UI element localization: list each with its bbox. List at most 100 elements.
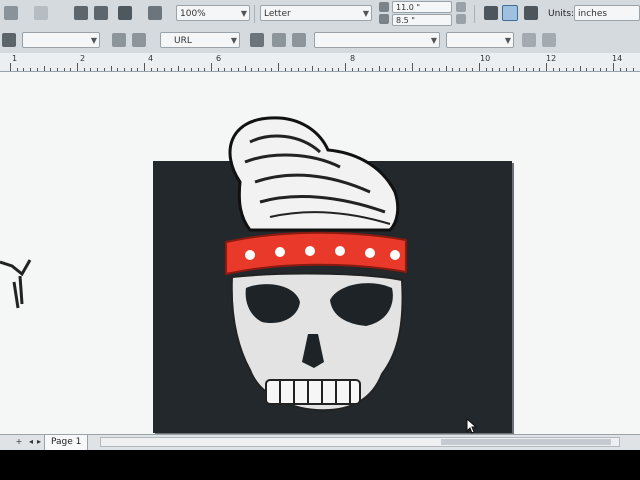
- ruler-tick: [546, 63, 547, 71]
- scrollbar-thumb[interactable]: [441, 439, 611, 445]
- hair: [228, 116, 400, 232]
- chevron-down-icon: ▼: [504, 36, 511, 45]
- url-field[interactable]: URL ▼: [160, 32, 240, 48]
- chevron-down-icon: ▼: [90, 36, 97, 45]
- zoom-select[interactable]: 100% ▼: [176, 5, 250, 21]
- ruler-tick: [606, 68, 608, 71]
- all-pages-icon[interactable]: [484, 6, 498, 20]
- ruler-tick: [304, 68, 306, 71]
- ruler-tick: [43, 66, 45, 71]
- ruler-tick: [110, 66, 112, 71]
- ruler-tick: [298, 68, 300, 71]
- remove-link-icon[interactable]: [542, 33, 556, 47]
- ruler-tick: [371, 68, 373, 71]
- ruler-tick: [90, 68, 92, 71]
- ruler-number: 4: [148, 54, 154, 63]
- ruler-number: 8: [350, 54, 356, 63]
- chevron-down-icon: ▼: [362, 9, 369, 18]
- ruler-tick: [519, 68, 521, 71]
- ruler-tick: [512, 66, 514, 71]
- ruler-tick: [77, 63, 78, 71]
- publish-icon[interactable]: [118, 6, 132, 20]
- ruler-tick: [103, 68, 105, 71]
- chevron-down-icon: ▼: [240, 9, 247, 18]
- ruler-tick: [184, 68, 186, 71]
- ruler-tick: [599, 68, 601, 71]
- ruler-tick: [170, 68, 172, 71]
- target-select[interactable]: ▼: [446, 32, 514, 48]
- ruler-tick: [479, 63, 480, 71]
- ruler-number: 2: [80, 54, 86, 63]
- connector-icon[interactable]: [250, 33, 264, 47]
- page-layout-icon[interactable]: [524, 6, 538, 20]
- portrait-icon[interactable]: [456, 2, 466, 12]
- units-value: inches: [578, 9, 608, 19]
- ruler-tick: [338, 68, 340, 71]
- snap-icon[interactable]: [292, 33, 306, 47]
- ruler-number: 12: [546, 54, 557, 63]
- import-icon[interactable]: [74, 6, 88, 20]
- ruler-tick: [499, 68, 501, 71]
- object-select[interactable]: ▼: [314, 32, 440, 48]
- horizontal-scrollbar[interactable]: [100, 437, 620, 447]
- ruler-tick: [351, 68, 353, 71]
- ruler-tick: [492, 68, 494, 71]
- ruler-tick: [358, 68, 360, 71]
- page-height-field[interactable]: 8.5 ": [392, 14, 452, 26]
- add-page-button[interactable]: +: [14, 437, 24, 447]
- height-icon: [379, 14, 389, 24]
- ruler-tick: [592, 68, 594, 71]
- ruler-tick: [345, 63, 346, 71]
- ruler-tick: [405, 68, 407, 71]
- ruler-tick: [123, 68, 125, 71]
- ruler-tick: [586, 68, 588, 71]
- page-tab-1[interactable]: Page 1: [44, 435, 89, 450]
- ruler-tick: [197, 68, 199, 71]
- ruler-tick: [458, 68, 460, 71]
- ruler-tick: [217, 68, 219, 71]
- ruler-tick: [190, 68, 192, 71]
- style-select[interactable]: ▼: [22, 32, 100, 48]
- current-page-icon[interactable]: [502, 5, 518, 21]
- ruler-tick: [398, 68, 400, 71]
- toolbar-divider: [254, 5, 255, 23]
- ruler-tick: [237, 68, 239, 71]
- grid-icon[interactable]: [272, 33, 286, 47]
- bookmark-icon[interactable]: [132, 33, 146, 47]
- ruler-tick: [378, 66, 380, 71]
- ruler-tick: [164, 68, 166, 71]
- next-page-button[interactable]: ▸: [34, 437, 44, 447]
- ruler-tick: [385, 68, 387, 71]
- ruler-tick: [485, 68, 487, 71]
- ruler-tick: [278, 63, 279, 71]
- ruler-tick: [365, 68, 367, 71]
- ruler-tick: [224, 68, 226, 71]
- app-launcher-icon[interactable]: [148, 6, 162, 20]
- landscape-icon[interactable]: [456, 14, 466, 24]
- ruler-tick: [613, 63, 614, 71]
- ruler-tick: [626, 68, 628, 71]
- property-bar: 100% ▼ Letter ▼ 11.0 " 8.5 " Units: inch…: [0, 0, 640, 29]
- page-height-value: 8.5 ": [396, 16, 415, 25]
- new-document-icon[interactable]: [4, 6, 18, 20]
- ruler-tick: [36, 68, 38, 71]
- partial-figure[interactable]: [0, 252, 40, 322]
- skull-illustration[interactable]: [210, 112, 430, 412]
- toolbar-divider: [474, 5, 475, 23]
- ruler-tick: [10, 63, 11, 71]
- units-select[interactable]: inches: [574, 5, 640, 21]
- paper-size-select[interactable]: Letter ▼: [260, 5, 372, 21]
- undo-icon[interactable]: [34, 6, 48, 20]
- ruler-tick: [251, 68, 253, 71]
- link-icon[interactable]: [112, 33, 126, 47]
- ruler-tick: [144, 63, 145, 71]
- hyperlink-icon[interactable]: [522, 33, 536, 47]
- page-width-field[interactable]: 11.0 ": [392, 1, 452, 13]
- object-icon[interactable]: [2, 33, 16, 47]
- export-icon[interactable]: [94, 6, 108, 20]
- ruler-tick: [130, 68, 132, 71]
- ruler-tick: [291, 68, 293, 71]
- drawing-canvas[interactable]: [0, 72, 640, 434]
- secondary-toolbar: ▼ URL ▼ ▼ ▼: [0, 28, 640, 54]
- ruler-tick: [257, 68, 259, 71]
